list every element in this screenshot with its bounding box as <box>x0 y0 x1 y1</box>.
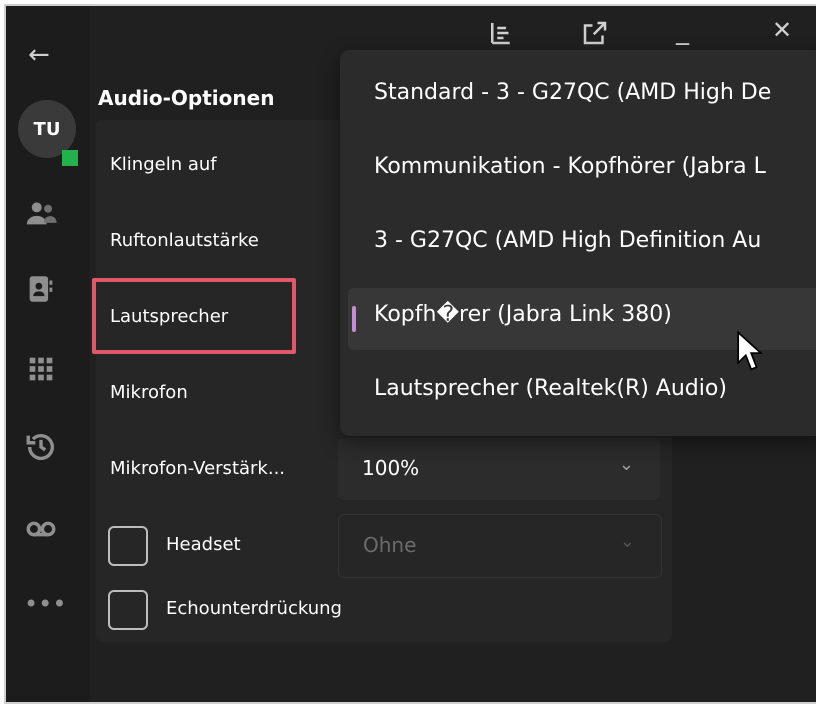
minimize-icon[interactable]: _ <box>676 16 706 46</box>
presence-status-icon <box>62 150 78 166</box>
chevron-down-icon: ⌄ <box>618 454 634 475</box>
selection-indicator <box>352 306 356 332</box>
ruftonlautstaerke-label: Ruftonlautstärke <box>110 230 259 251</box>
klingeln-auf-label: Klingeln auf <box>110 154 217 175</box>
address-book-icon[interactable] <box>24 272 58 306</box>
section-title: Audio-Optionen <box>98 86 275 110</box>
more-options-icon[interactable]: ••• <box>24 590 66 624</box>
dropdown-option[interactable]: Kommunikation - Kopfhörer (Jabra L <box>348 140 816 202</box>
headset-value: Ohne <box>363 533 417 557</box>
sidebar: ← TU ••• <box>6 6 90 702</box>
mikrofon-label: Mikrofon <box>110 382 188 403</box>
contacts-icon[interactable] <box>24 196 58 230</box>
headset-label: Headset <box>166 534 241 555</box>
lautsprecher-highlight <box>92 278 296 354</box>
headset-checkbox[interactable] <box>108 526 148 566</box>
list-view-icon[interactable] <box>486 18 516 48</box>
chevron-down-icon: ⌄ <box>619 531 635 552</box>
echounterdrueckung-checkbox[interactable] <box>108 590 148 630</box>
speaker-dropdown-menu: Standard - 3 - G27QC (AMD High De Kommun… <box>340 50 816 436</box>
mikrofon-verstaerkung-value: 100% <box>362 456 420 480</box>
close-icon[interactable]: ✕ <box>772 16 802 46</box>
headset-select[interactable]: Ohne ⌄ <box>338 514 662 578</box>
mikrofon-verstaerkung-select[interactable]: 100% ⌄ <box>338 438 660 500</box>
voicemail-icon[interactable] <box>24 512 58 546</box>
dialpad-icon[interactable] <box>24 352 58 386</box>
history-icon[interactable] <box>24 430 58 464</box>
pop-out-icon[interactable] <box>580 18 610 48</box>
avatar-initials: TU <box>33 118 61 140</box>
mikrofon-verstaerkung-label: Mikrofon-Verstärk... <box>110 458 286 479</box>
echounterdrueckung-label: Echounterdrückung <box>166 598 342 619</box>
dropdown-option[interactable]: Standard - 3 - G27QC (AMD High De <box>348 66 816 128</box>
mouse-cursor-icon <box>737 330 762 371</box>
back-arrow-icon[interactable]: ← <box>28 40 50 70</box>
dropdown-option[interactable]: 3 - G27QC (AMD High Definition Au <box>348 214 816 276</box>
